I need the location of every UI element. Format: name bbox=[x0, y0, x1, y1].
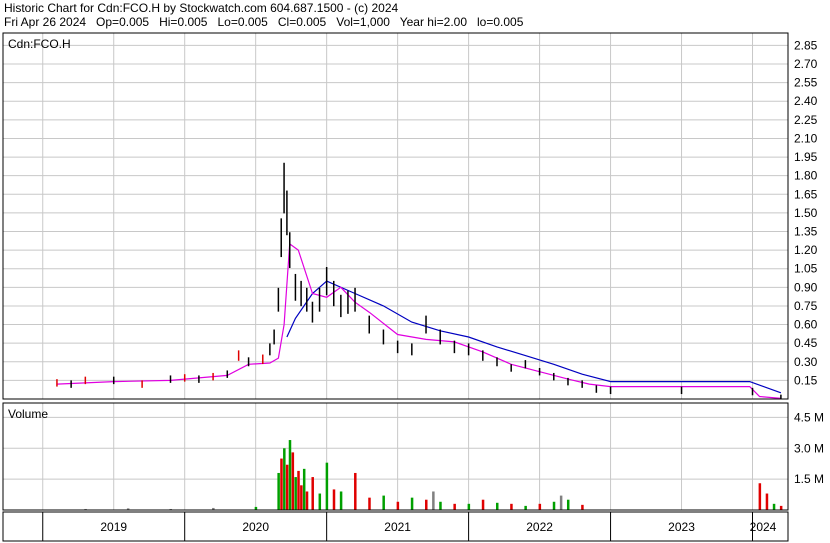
price-tick-label: 1.20 bbox=[794, 243, 818, 257]
volume-tick-label: 1.5 M bbox=[794, 472, 824, 486]
ma-short-line bbox=[56, 242, 781, 399]
volume-bar bbox=[382, 495, 385, 510]
price-tick-label: 2.70 bbox=[794, 57, 818, 71]
price-tick-label: 0.15 bbox=[794, 373, 818, 387]
volume-bar bbox=[779, 505, 783, 510]
volume-bar bbox=[410, 497, 414, 510]
volume-bar bbox=[311, 477, 314, 510]
volume-bar bbox=[339, 491, 343, 510]
volume-bar bbox=[280, 458, 283, 510]
volume-bar bbox=[368, 497, 371, 510]
year-label: 2024 bbox=[750, 520, 777, 534]
price-panel-frame bbox=[2, 32, 789, 400]
price-tick-label: 2.40 bbox=[794, 94, 818, 108]
volume-bar bbox=[300, 485, 303, 510]
volume-bar bbox=[772, 503, 776, 510]
price-tick-label: 0.45 bbox=[794, 336, 818, 350]
price-tick-label: 2.85 bbox=[794, 38, 818, 52]
price-tick-label: 0.60 bbox=[794, 318, 818, 332]
price-volume-chart: 2.85 2.70 2.55 2.40 2.25 2.10 1.95 1.80 1.65 1.50… bbox=[2, 32, 824, 542]
price-bars bbox=[56, 162, 782, 399]
year-label: 2021 bbox=[384, 520, 411, 534]
volume-bar bbox=[566, 499, 570, 510]
price-tick-label: 0.30 bbox=[794, 355, 818, 369]
volume-bar bbox=[354, 472, 357, 510]
volume-bar bbox=[467, 503, 471, 510]
volume-tick-label: 4.5 M bbox=[794, 410, 824, 424]
volume-bar bbox=[432, 491, 435, 510]
volume-bar bbox=[283, 448, 286, 510]
price-tick-label: 2.10 bbox=[794, 131, 818, 145]
volume-bar bbox=[396, 501, 400, 510]
price-tick-label: 2.55 bbox=[794, 76, 818, 90]
volume-panel-frame bbox=[2, 402, 789, 511]
volume-bar bbox=[510, 503, 513, 510]
volume-bar bbox=[294, 477, 297, 510]
volume-bar bbox=[758, 483, 762, 510]
volume-bar bbox=[288, 440, 292, 510]
volume-bar bbox=[425, 499, 428, 510]
price-tick-label: 0.75 bbox=[794, 299, 818, 313]
volume-bar bbox=[538, 503, 542, 510]
year-label: 2019 bbox=[100, 520, 127, 534]
price-tick-label: 1.80 bbox=[794, 169, 818, 183]
moving-average-lines bbox=[56, 242, 782, 399]
volume-bar bbox=[581, 504, 584, 510]
volume-bar bbox=[332, 489, 336, 510]
volume-bar bbox=[439, 501, 442, 510]
price-tick-label: 1.95 bbox=[794, 150, 818, 164]
volume-bar bbox=[297, 470, 300, 510]
ma-long-line bbox=[286, 280, 782, 394]
volume-panel-title: Volume bbox=[8, 407, 48, 421]
year-label: 2022 bbox=[526, 520, 553, 534]
volume-bar bbox=[318, 493, 322, 510]
volume-tick-label: 3.0 M bbox=[794, 441, 824, 455]
price-tick-label: 1.05 bbox=[794, 262, 818, 276]
volume-bar bbox=[481, 499, 485, 510]
price-tick-label: 1.50 bbox=[794, 206, 818, 220]
year-label: 2023 bbox=[668, 520, 695, 534]
axis-labels: 2.85 2.70 2.55 2.40 2.25 2.10 1.95 1.80 1.65 1.50… bbox=[100, 38, 824, 534]
volume-bar bbox=[453, 503, 456, 510]
year-label: 2020 bbox=[242, 520, 269, 534]
volume-bar bbox=[285, 464, 289, 510]
volume-bar bbox=[559, 495, 563, 510]
price-tick-label: 1.35 bbox=[794, 225, 818, 239]
price-panel-title: Cdn:FCO.H bbox=[8, 37, 71, 51]
volume-bar bbox=[765, 493, 769, 510]
volume-bar bbox=[524, 505, 527, 510]
price-tick-label: 0.90 bbox=[794, 280, 818, 294]
volume-bar bbox=[302, 468, 306, 510]
volume-bar bbox=[291, 452, 295, 510]
grid-lines bbox=[3, 33, 788, 541]
price-tick-label: 1.65 bbox=[794, 187, 818, 201]
volume-bar bbox=[325, 462, 329, 510]
volume-bar bbox=[277, 472, 280, 510]
volume-bars bbox=[84, 440, 783, 511]
price-tick-label: 2.25 bbox=[794, 113, 818, 127]
volume-bar bbox=[552, 501, 556, 510]
volume-bar bbox=[495, 502, 499, 510]
volume-bar bbox=[305, 491, 309, 510]
